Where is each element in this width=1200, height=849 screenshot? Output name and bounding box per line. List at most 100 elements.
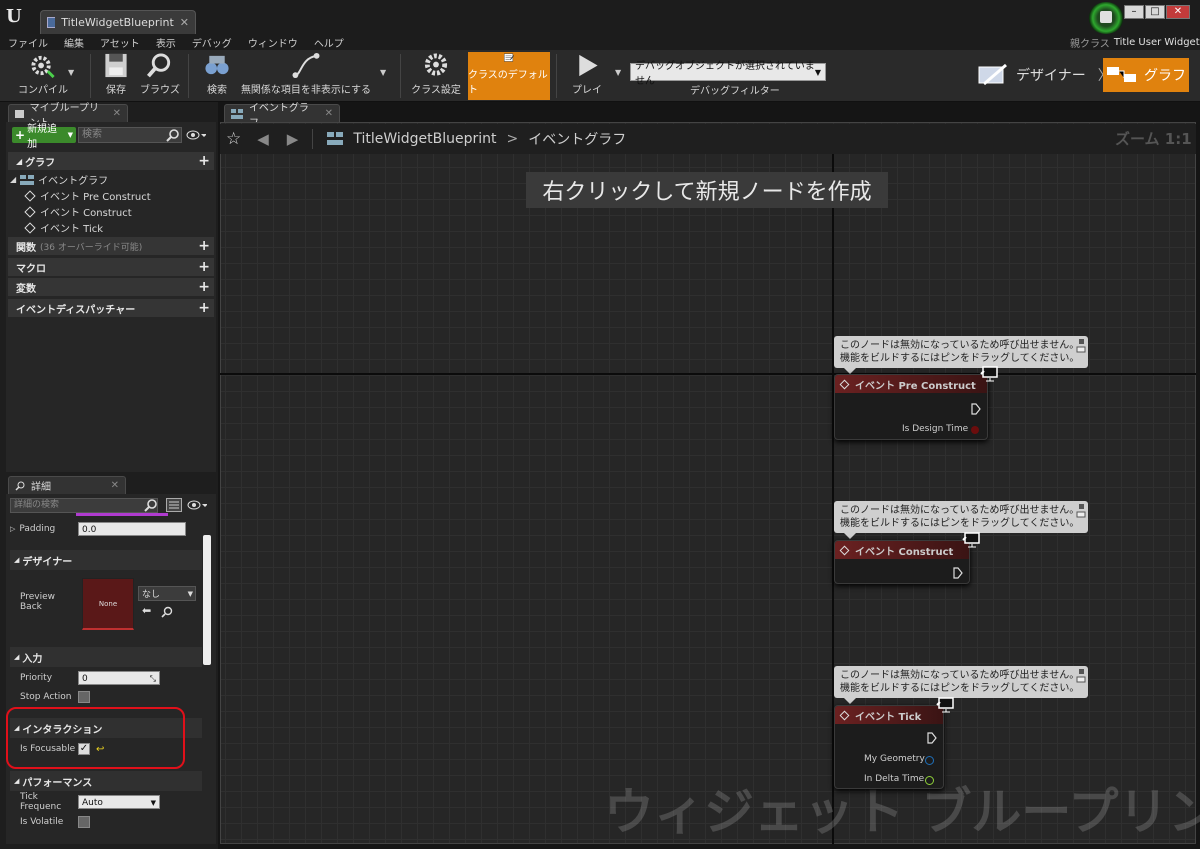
designer-mode-button[interactable]: デザイナー 〉 xyxy=(976,58,1112,92)
event-construct-item[interactable]: イベント Construct xyxy=(24,204,132,219)
pin-label: In Delta Time xyxy=(864,774,925,784)
add-variable-icon[interactable]: + xyxy=(198,279,210,295)
breadcrumb-current[interactable]: イベントグラフ xyxy=(528,129,626,149)
save-disk-icon xyxy=(105,53,127,78)
padding-label-text: Padding xyxy=(19,524,56,534)
menu-view[interactable]: 表示 xyxy=(156,35,176,50)
performance-section[interactable]: ◢ パフォーマンス xyxy=(10,771,202,791)
details-search-input[interactable]: 詳細の検索 xyxy=(10,498,158,513)
comment-pin-icon[interactable] xyxy=(1076,339,1086,353)
comment-pin-icon[interactable] xyxy=(1076,669,1086,683)
node-title: イベント Tick xyxy=(855,711,922,723)
graphs-category[interactable]: ◢ グラフ + xyxy=(8,152,214,170)
my-blueprint-tab[interactable]: マイブループリント ✕ xyxy=(8,103,128,129)
details-tab[interactable]: 詳細 ✕ xyxy=(8,476,126,494)
priority-label: Priority xyxy=(20,673,53,683)
play-button[interactable]: プレイ xyxy=(562,52,612,100)
menu-debug[interactable]: デバッグ xyxy=(192,35,232,50)
debug-object-select[interactable]: デバッグオブジェクトが選択されていません ▼ xyxy=(630,61,826,87)
functions-category-label: 関数 xyxy=(16,242,36,254)
menu-bar: ファイル 編集 アセット 表示 デバッグ ウィンドウ ヘルプ xyxy=(0,34,1200,50)
exec-output-pin-icon[interactable] xyxy=(927,732,937,744)
details-scrollbar[interactable] xyxy=(203,535,211,665)
add-function-icon[interactable]: + xyxy=(198,238,210,254)
view-options-eye-icon[interactable] xyxy=(186,129,206,143)
save-button[interactable]: 保存 xyxy=(96,52,136,100)
event-graph-item[interactable]: ◢ イベントグラフ xyxy=(10,172,108,187)
input-section[interactable]: ◢ 入力 xyxy=(10,647,202,667)
exec-output-pin-icon[interactable] xyxy=(971,403,981,415)
designer-section[interactable]: ◢ デザイナー xyxy=(10,550,202,570)
node-title: イベント Construct xyxy=(855,546,954,558)
preview-asset-select[interactable]: なし ▼ xyxy=(138,586,196,601)
variables-category[interactable]: 変数 + xyxy=(8,278,214,296)
find-button[interactable]: 検索 xyxy=(196,52,238,100)
comment-line: 機能をビルドするにはピンをドラッグしてください。 xyxy=(840,353,1080,364)
add-new-button[interactable]: + 新規追加 ▼ xyxy=(12,124,76,150)
close-tab-icon[interactable]: ✕ xyxy=(325,108,333,119)
property-matrix-icon[interactable] xyxy=(166,498,182,512)
add-macro-icon[interactable]: + xyxy=(198,259,210,275)
menu-file[interactable]: ファイル xyxy=(8,35,48,50)
dispatchers-category[interactable]: イベントディスパッチャー + xyxy=(8,299,214,317)
exec-output-pin-icon[interactable] xyxy=(953,567,963,579)
menu-asset[interactable]: アセット xyxy=(100,35,140,50)
compile-dropdown-icon[interactable]: ▼ xyxy=(68,68,74,77)
parent-class-value[interactable]: Title User Widget xyxy=(1114,37,1200,48)
close-panel-icon[interactable]: ✕ xyxy=(111,480,119,491)
stop-action-checkbox[interactable] xyxy=(78,691,90,703)
hide-unrelated-dropdown-icon[interactable]: ▼ xyxy=(380,68,386,77)
add-graph-icon[interactable]: + xyxy=(198,153,210,169)
is-volatile-label: Is Volatile xyxy=(20,817,64,827)
view-options-eye-icon[interactable] xyxy=(187,499,207,513)
menu-help[interactable]: ヘルプ xyxy=(314,35,344,50)
add-dispatcher-icon[interactable]: + xyxy=(198,300,210,316)
is-volatile-checkbox[interactable] xyxy=(78,816,90,828)
close-window-button[interactable]: ✕ xyxy=(1166,5,1190,19)
class-settings-button[interactable]: クラス設定 xyxy=(408,52,464,100)
maximize-button[interactable]: □ xyxy=(1145,5,1165,19)
blueprint-icon xyxy=(47,17,56,28)
favorite-star-icon[interactable]: ☆ xyxy=(226,129,241,149)
tick-frequency-select[interactable]: Auto ▼ xyxy=(78,795,160,809)
play-dropdown-icon[interactable]: ▼ xyxy=(615,68,621,77)
breadcrumb-root[interactable]: TitleWidgetBlueprint xyxy=(353,131,496,147)
comment-line: このノードは無効になっているため呼び出せません。 xyxy=(840,505,1080,516)
magnifier-icon xyxy=(15,481,25,491)
event-graph-tab[interactable]: イベントグラフ ✕ xyxy=(224,103,340,129)
bool-pin-icon[interactable] xyxy=(971,426,979,434)
close-panel-icon[interactable]: ✕ xyxy=(113,108,121,119)
forward-arrow-icon[interactable]: ▶ xyxy=(287,130,299,148)
widget-monitor-icon xyxy=(980,366,998,382)
functions-category[interactable]: 関数 (36 オーバーライド可能) + xyxy=(8,237,214,255)
event-node-construct[interactable]: イベント Construct xyxy=(834,540,970,584)
padding-input[interactable]: 0.0 xyxy=(78,522,186,536)
graph-canvas[interactable] xyxy=(220,122,1196,844)
document-tab[interactable]: TitleWidgetBlueprint ✕ xyxy=(40,10,196,34)
search-icon[interactable] xyxy=(166,128,180,142)
event-tick-item[interactable]: イベント Tick xyxy=(24,220,103,235)
class-defaults-button[interactable]: クラスのデフォルト xyxy=(468,52,550,100)
comment-pin-icon[interactable] xyxy=(1076,504,1086,518)
event-node-tick[interactable]: イベント Tick My Geometry In Delta Time xyxy=(834,705,944,789)
search-icon[interactable] xyxy=(144,498,158,512)
toolbar-separator xyxy=(400,54,401,98)
use-selected-arrow-icon[interactable]: ⬅ xyxy=(142,604,151,617)
menu-edit[interactable]: 編集 xyxy=(64,35,84,50)
priority-input[interactable]: 0 ⤡ xyxy=(78,671,160,685)
preview-thumbnail[interactable]: None xyxy=(82,578,134,630)
graph-mode-button[interactable]: グラフ xyxy=(1103,58,1189,92)
event-pre-construct-item[interactable]: イベント Pre Construct xyxy=(24,188,151,203)
back-arrow-icon[interactable]: ◀ xyxy=(257,130,269,148)
menu-window[interactable]: ウィンドウ xyxy=(248,35,298,50)
struct-pin-icon[interactable] xyxy=(925,756,934,765)
event-node-pre-construct[interactable]: イベント Pre Construct Is Design Time xyxy=(834,374,988,440)
browse-button[interactable]: ブラウズ xyxy=(138,52,182,100)
source-control-icon[interactable] xyxy=(1088,2,1124,34)
minimize-button[interactable]: – xyxy=(1124,5,1144,19)
float-pin-icon[interactable] xyxy=(925,776,934,785)
hide-unrelated-button[interactable]: 無関係な項目を非表示にする xyxy=(240,52,372,100)
close-tab-icon[interactable]: ✕ xyxy=(180,16,189,29)
macros-category[interactable]: マクロ + xyxy=(8,258,214,276)
browse-magnifier-icon[interactable] xyxy=(161,606,173,618)
